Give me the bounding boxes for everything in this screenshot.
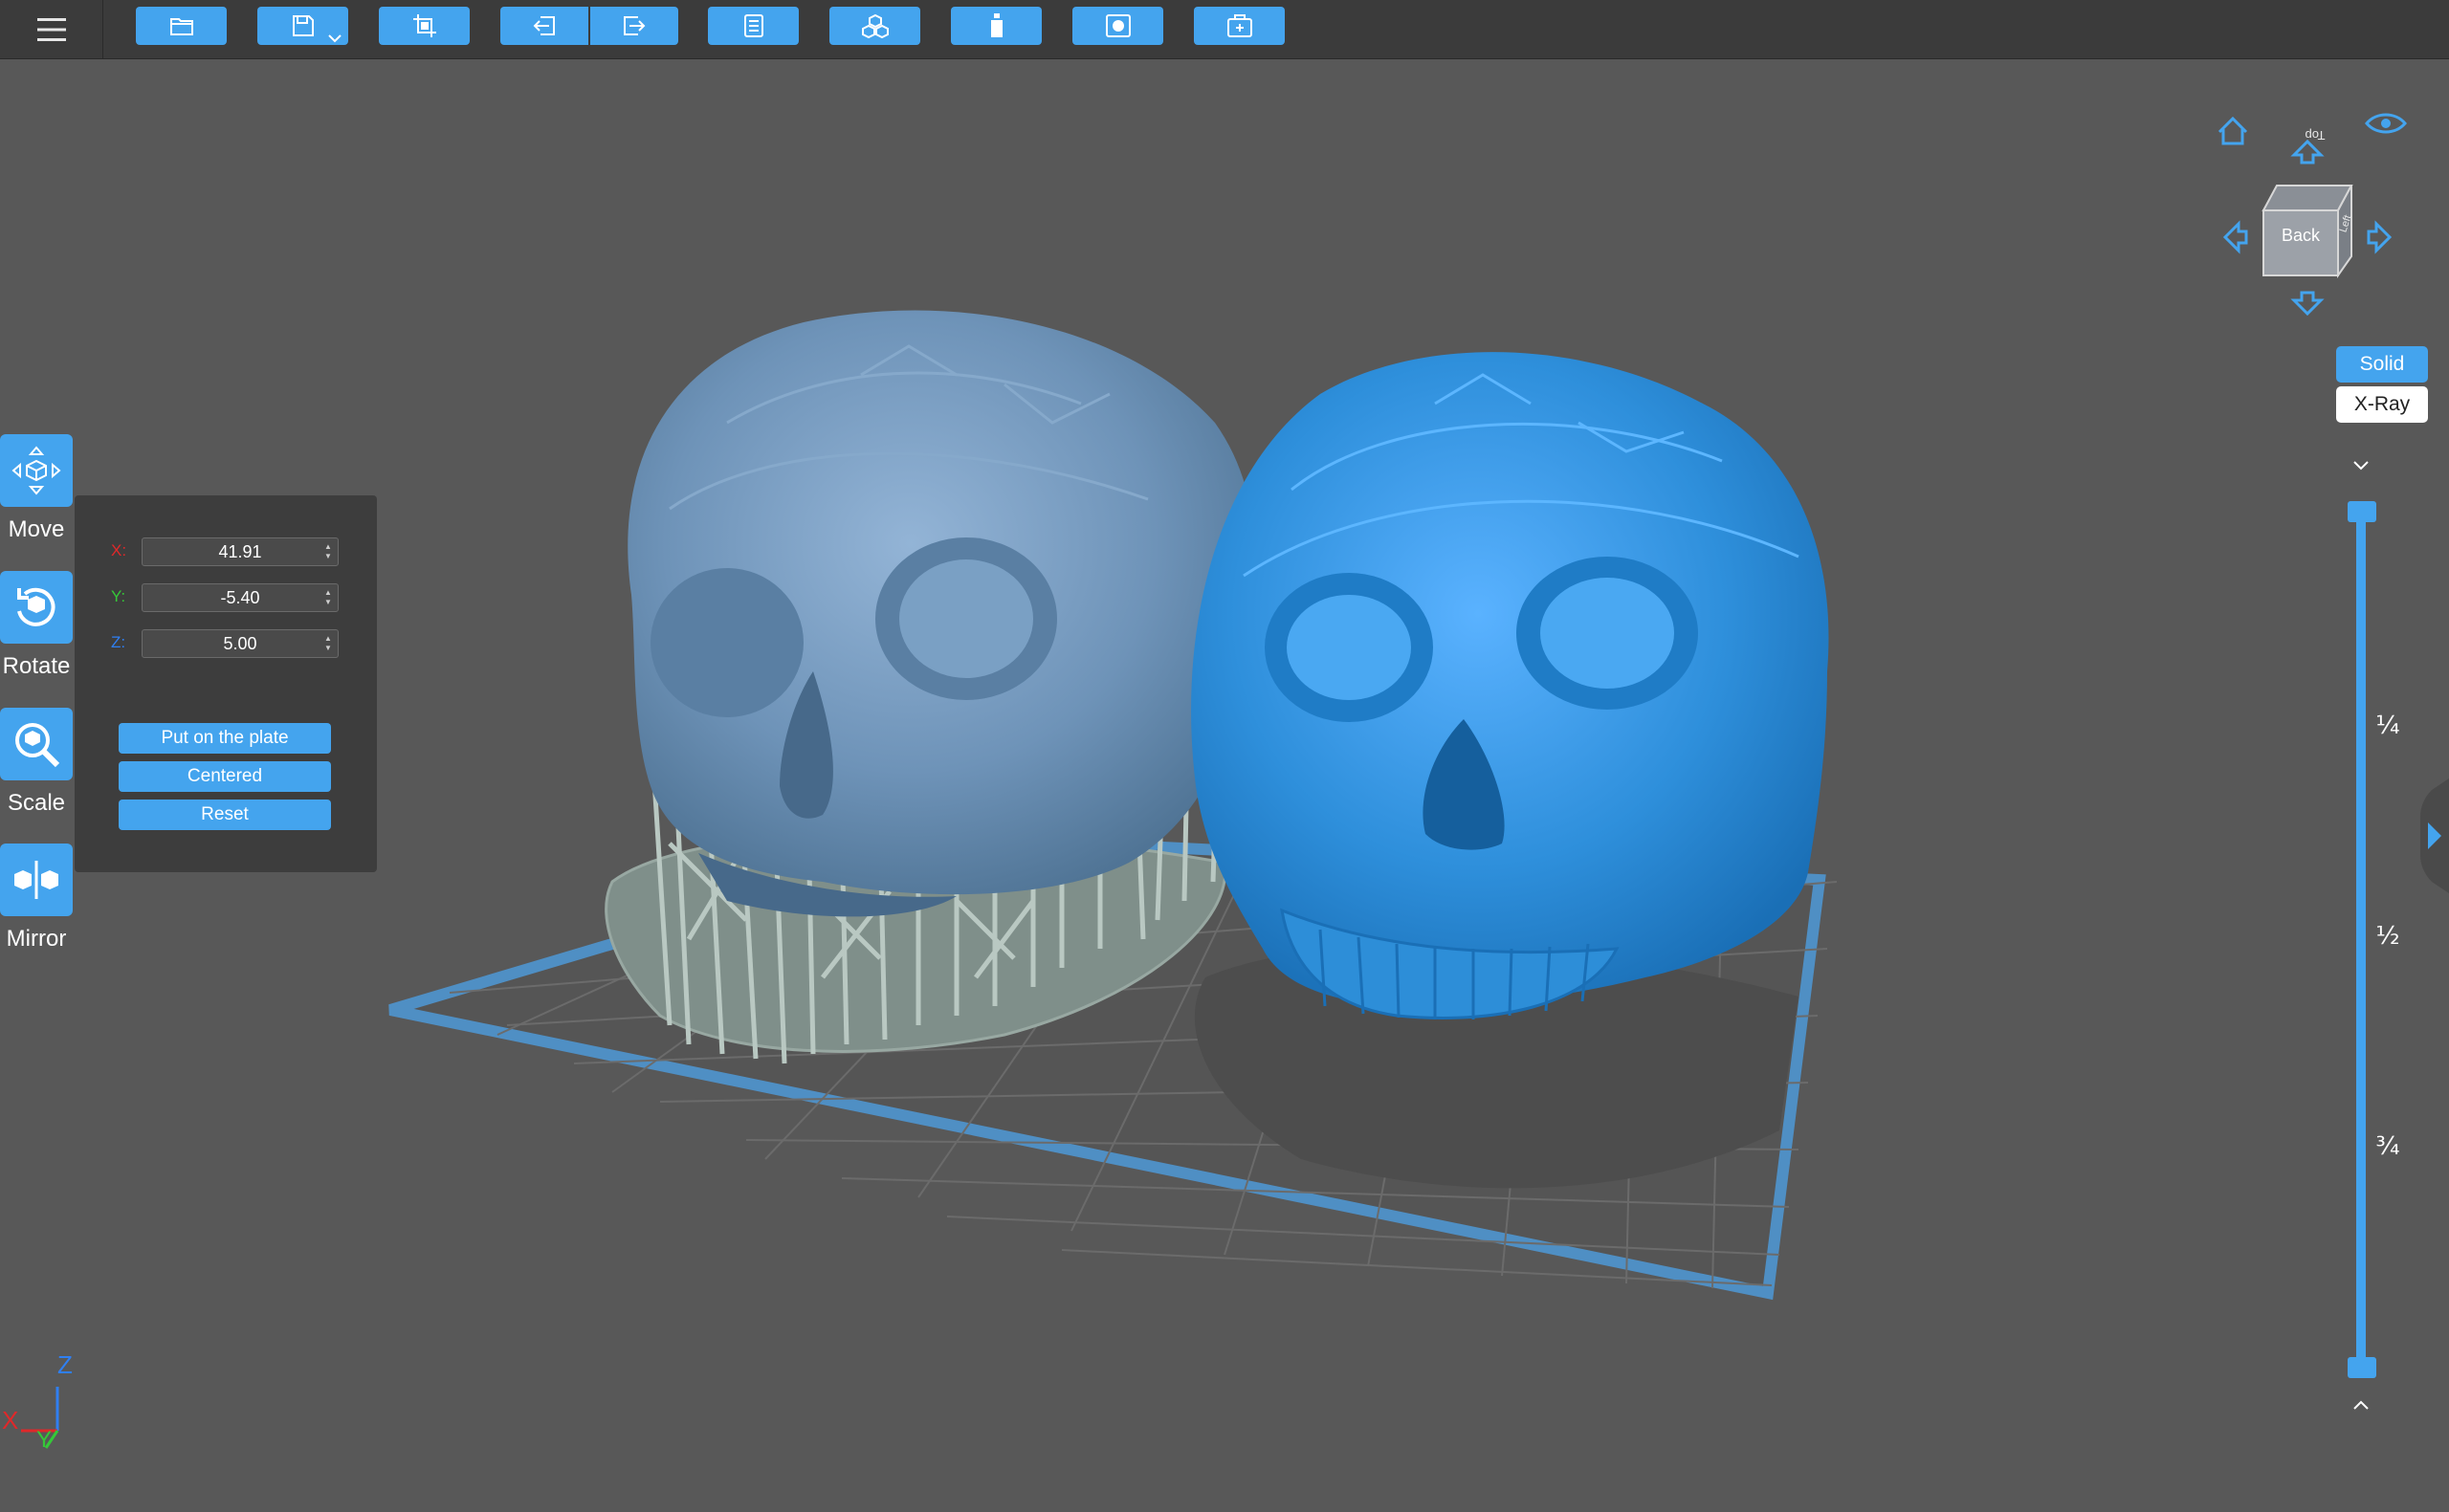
chevron-down-icon[interactable] — [327, 33, 342, 43]
hollow-button[interactable] — [951, 7, 1042, 45]
z-coordinate-row: Z: 5.00 ▲ ▼ — [111, 629, 341, 658]
z-input[interactable]: 5.00 ▲ ▼ — [142, 629, 339, 658]
rotate-right-icon[interactable] — [2367, 220, 2393, 254]
move-tool-label: Move — [8, 516, 65, 542]
layer-slider-bottom-handle[interactable] — [2348, 1357, 2376, 1378]
mirror-tool-button[interactable] — [0, 844, 73, 916]
move-panel: X: 41.91 ▲ ▼ Y: -5.40 ▲ ▼ Z: 5.00 ▲ ▼ Put o… — [75, 495, 377, 872]
preview-button[interactable] — [1072, 7, 1163, 45]
layer-slider-track[interactable] — [2356, 506, 2366, 1369]
save-icon — [292, 15, 314, 36]
top-toolbar — [0, 0, 2449, 59]
mirror-icon — [14, 861, 58, 899]
z-label: Z: — [111, 633, 126, 651]
slider-mark-three-quarters: ¾ — [2375, 1132, 2400, 1161]
crop-model-button[interactable] — [379, 7, 470, 45]
reset-button[interactable]: Reset — [119, 800, 331, 830]
screen-icon — [1105, 14, 1131, 37]
supports-button[interactable] — [829, 7, 920, 45]
crop-icon — [412, 14, 436, 37]
axis-x-label: X — [2, 1406, 19, 1435]
y-input[interactable]: -5.40 ▲ ▼ — [142, 583, 339, 612]
x-input[interactable]: 41.91 ▲ ▼ — [142, 537, 339, 566]
view-cube-top-label: Top — [2305, 128, 2326, 142]
put-on-plate-button[interactable]: Put on the plate — [119, 723, 331, 754]
slice-button[interactable] — [708, 7, 799, 45]
scale-icon — [15, 723, 60, 768]
redo-icon — [624, 16, 646, 35]
move-icon — [11, 446, 61, 495]
open-file-button[interactable] — [136, 7, 227, 45]
rotate-tool-button[interactable] — [0, 571, 73, 644]
undo-button[interactable] — [500, 7, 588, 45]
move-tool-button[interactable] — [0, 434, 73, 507]
rotate-up-icon[interactable] — [2290, 139, 2325, 164]
cubes-icon — [861, 13, 889, 38]
solid-view-button[interactable]: Solid — [2336, 346, 2428, 383]
axis-z-label: Z — [57, 1350, 73, 1379]
centered-button[interactable]: Centered — [119, 761, 331, 792]
slider-mark-quarter: ¼ — [2375, 712, 2400, 740]
axis-y-label: Y — [36, 1427, 53, 1453]
view-cube-front-label: Back — [2281, 226, 2321, 245]
layer-slider-top-handle[interactable] — [2348, 501, 2376, 522]
x-spinner[interactable]: ▲ ▼ — [324, 543, 332, 560]
slider-mark-half: ½ — [2375, 922, 2400, 951]
save-button[interactable] — [257, 7, 348, 45]
z-spinner[interactable]: ▲ ▼ — [324, 635, 332, 652]
home-view-icon[interactable] — [2217, 116, 2248, 145]
layers-icon — [743, 14, 763, 37]
slider-collapse-chevron-icon[interactable] — [2351, 459, 2371, 472]
scale-tool-button[interactable] — [0, 708, 73, 780]
move-tool[interactable]: Move — [0, 434, 73, 543]
scale-tool-label: Scale — [7, 790, 66, 816]
resin-bottle-icon — [990, 13, 1003, 37]
printer-box-icon — [1226, 14, 1252, 37]
view-cube-navigator — [2217, 113, 2407, 317]
x-coordinate-row: X: 41.91 ▲ ▼ — [111, 537, 341, 566]
hamburger-icon — [36, 18, 66, 41]
slider-expand-chevron-icon[interactable] — [2351, 1398, 2371, 1412]
folder-icon — [169, 18, 193, 35]
rotate-left-icon[interactable] — [2222, 220, 2248, 254]
skull-model-unselected[interactable] — [628, 310, 1256, 917]
z-value: 5.00 — [223, 634, 257, 653]
y-label: Y: — [111, 587, 126, 605]
undo-icon — [533, 16, 555, 35]
xray-view-button[interactable]: X-Ray — [2336, 386, 2428, 423]
y-value: -5.40 — [220, 588, 260, 607]
skull-model-selected[interactable] — [1191, 352, 1829, 1019]
mirror-tool[interactable]: Mirror — [0, 844, 73, 953]
rotate-tool-label: Rotate — [2, 653, 71, 679]
side-panel-toggle[interactable] — [2411, 778, 2449, 893]
scale-tool[interactable]: Scale — [0, 708, 73, 817]
hamburger-menu-button[interactable] — [0, 0, 103, 59]
rotate-tool[interactable]: Rotate — [0, 571, 73, 680]
export-button[interactable] — [1194, 7, 1285, 45]
mirror-tool-label: Mirror — [6, 926, 67, 952]
x-label: X: — [111, 541, 127, 559]
redo-button[interactable] — [590, 7, 678, 45]
x-value: 41.91 — [218, 542, 262, 561]
3d-viewport[interactable]: Back Top Left Z X Y Move Rotate Scale Mi… — [0, 59, 2449, 1512]
eye-icon[interactable] — [2365, 113, 2407, 134]
rotate-down-icon[interactable] — [2290, 291, 2325, 317]
y-spinner[interactable]: ▲ ▼ — [324, 589, 332, 606]
rotate-icon — [17, 587, 55, 626]
y-coordinate-row: Y: -5.40 ▲ ▼ — [111, 583, 341, 612]
